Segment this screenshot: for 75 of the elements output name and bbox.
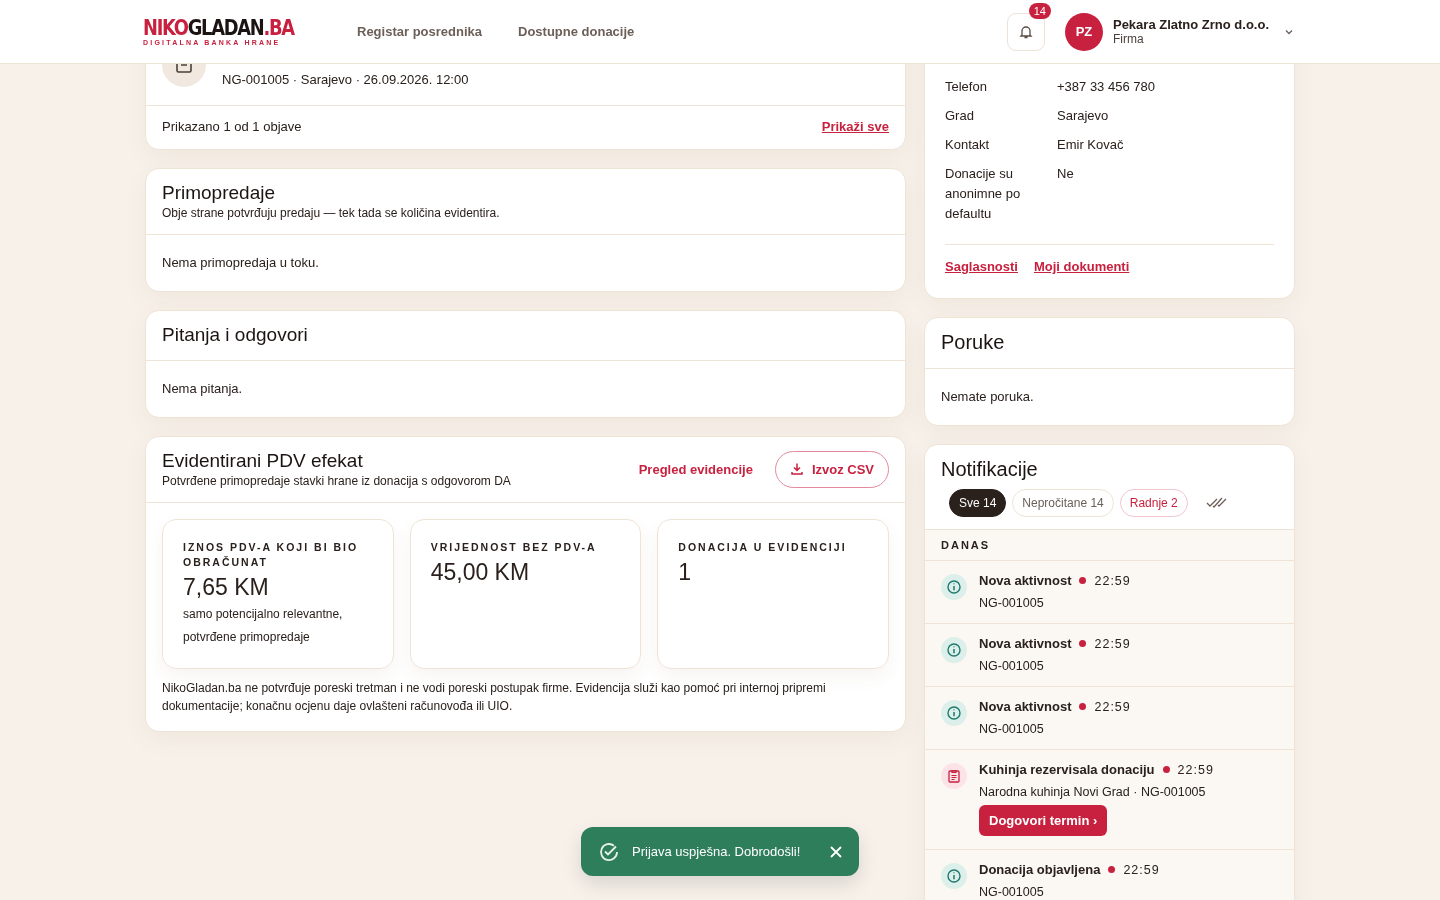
group-heading: DANAS — [925, 529, 1294, 561]
card-subtitle: Potvrđene primopredaje stavki hrane iz donacija s odgovorom DA — [162, 474, 512, 488]
notification-detail: Narodna kuhinja Novi Grad · NG-001005 — [979, 785, 1206, 799]
filter-chip[interactable]: Radnje 2 — [1119, 489, 1188, 517]
notification-title: Nova aktivnost — [979, 573, 1072, 588]
avatar[interactable]: PZ — [1064, 12, 1103, 51]
notification-detail: NG-001005 — [979, 596, 1044, 610]
field-label: Kontakt — [945, 136, 991, 154]
field-label: Grad — [945, 107, 975, 125]
notification-detail: NG-001005 — [979, 659, 1044, 673]
profile-link[interactable]: Saglasnosti — [945, 259, 1018, 274]
notification-count: 14 — [1028, 2, 1051, 19]
close-icon[interactable] — [829, 844, 843, 859]
profile-link[interactable]: Moji dokumenti — [1033, 259, 1130, 274]
info-icon — [941, 574, 967, 600]
field-label: Donacije su anonimne po defaultu — [945, 165, 1022, 223]
notification-time: 22:59 — [1094, 636, 1131, 651]
card-title: Notifikacije — [941, 458, 1039, 481]
empty-message: Nemate poruka. — [941, 389, 1034, 404]
records-link[interactable]: Pregled evidencije — [638, 461, 753, 477]
empty-message: Nema primopredaja u toku. — [162, 255, 319, 270]
user-role: Firma — [1112, 32, 1145, 46]
export-csv-button[interactable]: Izvoz CSV — [774, 450, 889, 488]
show-all-link[interactable]: Prikaži sve — [821, 119, 889, 134]
field-value: Ne — [1057, 165, 1075, 183]
notification-time: 22:59 — [1177, 762, 1214, 777]
filter-chip[interactable]: Sve 14 — [949, 489, 1007, 517]
notification-item[interactable]: Donacija objavljena 22:59 NG-001005 — [925, 850, 1294, 900]
disclaimer: NikoGladan.ba ne potvrđuje poreski tretman i ne vodi poreski postupak firme. Evidencija služi kao pomoć pri internoj pripremi dokumentacije; konačnu ocjenu daje ovlašteni računovođa ili UIO. — [161, 680, 827, 715]
bell-icon — [1017, 23, 1034, 40]
notification-item[interactable]: Nova aktivnost 22:59 NG-001005 — [925, 624, 1294, 687]
field-value: Emir Kovač — [1057, 136, 1125, 154]
notification-time: 22:59 — [1094, 573, 1131, 588]
notification-title: Kuhinja rezervisala donaciju — [979, 762, 1155, 777]
stat-value: 45,00 KM — [430, 559, 531, 586]
notification-item[interactable]: Nova aktivnost 22:59 NG-001005 — [925, 561, 1294, 624]
card-title: Evidentirani PDV efekat — [162, 450, 364, 472]
schedule-button[interactable]: Dogovori termin › — [979, 805, 1108, 836]
nav-link[interactable]: Dostupne donacije — [518, 24, 635, 39]
filter-chip[interactable]: Nepročitane 14 — [1012, 489, 1114, 517]
empty-message: Nema pitanja. — [162, 381, 243, 396]
card-subtitle: Obje strane potvrđuju predaju — tek tada se količina evidentira. — [162, 206, 501, 220]
stat-note: samo potencijalno relevantne, potvrđene primopredaje — [183, 606, 344, 646]
notification-time: 22:59 — [1094, 699, 1131, 714]
mark-all-read-icon[interactable] — [1205, 496, 1228, 510]
toast-message: Prijava uspješna. Dobrodošli! — [632, 844, 802, 859]
notification-item[interactable]: Nova aktivnost 22:59 NG-001005 — [925, 687, 1294, 750]
notification-title: Nova aktivnost — [979, 636, 1072, 651]
field-label: Telefon — [945, 78, 988, 96]
clipboard-icon — [941, 763, 967, 789]
notification-item[interactable]: Kuhinja rezervisala donaciju 22:59 Narodna kuhinja Novi Grad · NG-001005 Dogovori termin › — [925, 750, 1294, 850]
nav-link[interactable]: Registar posrednika — [357, 24, 482, 39]
user-name: Pekara Zlatno Zrno d.o.o. — [1112, 17, 1269, 32]
info-icon — [941, 863, 967, 889]
notification-detail: NG-001005 — [979, 885, 1044, 899]
field-value: +387 33 456 780 — [1057, 78, 1156, 96]
check-circle-icon — [598, 840, 620, 863]
listing-meta: NG-001005 · Sarajevo · 26.09.2026. 12:00 — [222, 72, 469, 87]
stat-label: DONACIJA U EVIDENCIJI — [678, 540, 848, 555]
card-title: Pitanja i odgovori — [162, 324, 309, 346]
notification-time: 22:59 — [1123, 862, 1160, 877]
notification-detail: NG-001005 — [979, 722, 1044, 736]
notification-title: Donacija objavljena — [979, 862, 1101, 877]
stat-label: VRIJEDNOST BEZ PDV-A — [430, 540, 598, 555]
card-title: Poruke — [941, 331, 1006, 354]
notification-title: Nova aktivnost — [979, 699, 1072, 714]
stat-value: 1 — [678, 559, 693, 586]
stat-label: IZNOS PDV-A KOJI BI BIO OBRAČUNAT — [183, 540, 360, 570]
card-title: Primopredaje — [162, 182, 276, 204]
stat-value: 7,65 KM — [183, 574, 270, 601]
listing-summary: Prikazano 1 od 1 objave — [162, 119, 302, 134]
download-icon — [789, 462, 804, 476]
info-icon — [941, 700, 967, 726]
field-value: Sarajevo — [1057, 107, 1110, 125]
info-icon — [941, 637, 967, 663]
